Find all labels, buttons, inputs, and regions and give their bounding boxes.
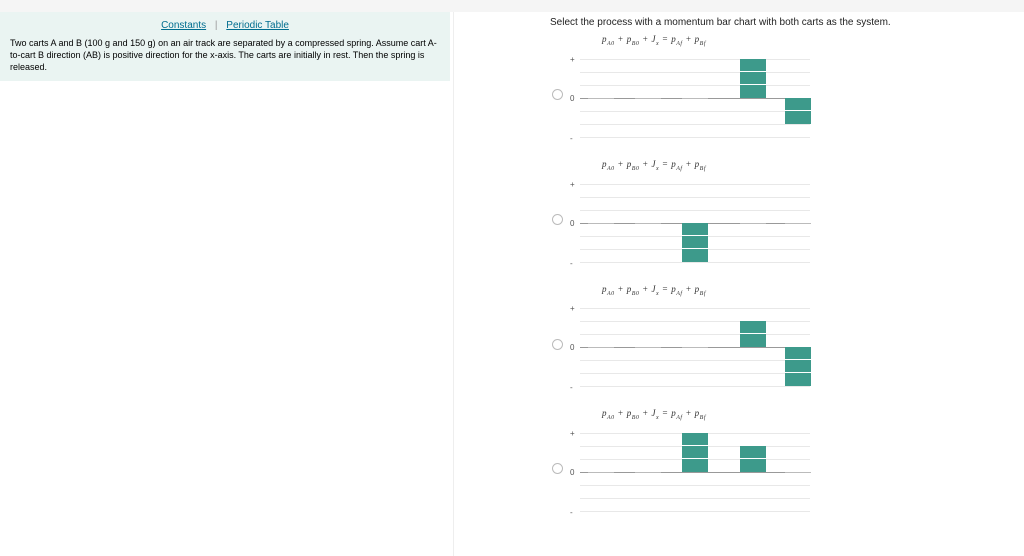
option-1[interactable]: pA0 + pB0 + Jx = pAf + pBf +0-: [580, 34, 1010, 145]
vertical-divider: [453, 12, 454, 556]
option-3[interactable]: pA0 + pB0 + Jx = pAf + pBf +0-: [580, 284, 1010, 395]
problem-text: Two carts A and B (100 g and 150 g) on a…: [10, 37, 440, 73]
axis-label-zero: 0: [570, 94, 574, 103]
answer-panel: Select the process with a momentum bar c…: [470, 12, 1010, 533]
momentum-bar-chart: +0-: [580, 175, 820, 270]
axis-label-minus: -: [570, 259, 573, 268]
problem-panel: Constants | Periodic Table Two carts A a…: [0, 12, 450, 81]
question-prompt: Select the process with a momentum bar c…: [470, 12, 1010, 34]
momentum-bar-chart: +0-: [580, 424, 820, 519]
axis-label-minus: -: [570, 383, 573, 392]
axis-label-zero: 0: [570, 343, 574, 352]
axis-label-plus: +: [570, 429, 575, 438]
axis-label-plus: +: [570, 180, 575, 189]
option-4[interactable]: pA0 + pB0 + Jx = pAf + pBf +0-: [580, 408, 1010, 519]
radio-icon[interactable]: [552, 89, 563, 100]
axis-label-plus: +: [570, 55, 575, 64]
equation-label: pA0 + pB0 + Jx = pAf + pBf: [602, 284, 1010, 297]
momentum-bar-chart: +0-: [580, 50, 820, 145]
equation-label: pA0 + pB0 + Jx = pAf + pBf: [602, 34, 1010, 47]
radio-icon[interactable]: [552, 463, 563, 474]
options-list: pA0 + pB0 + Jx = pAf + pBf+0-pA0 + pB0 +…: [470, 34, 1010, 519]
radio-icon[interactable]: [552, 214, 563, 225]
constants-link[interactable]: Constants: [161, 20, 206, 31]
momentum-bar-chart: +0-: [580, 299, 820, 394]
axis-label-minus: -: [570, 508, 573, 517]
link-separator: |: [215, 20, 218, 31]
option-2[interactable]: pA0 + pB0 + Jx = pAf + pBf +0-: [580, 159, 1010, 270]
equation-label: pA0 + pB0 + Jx = pAf + pBf: [602, 159, 1010, 172]
axis-label-zero: 0: [570, 468, 574, 477]
equation-label: pA0 + pB0 + Jx = pAf + pBf: [602, 408, 1010, 421]
radio-icon[interactable]: [552, 339, 563, 350]
links-row: Constants | Periodic Table: [10, 20, 440, 31]
axis-label-minus: -: [570, 134, 573, 143]
top-bar: [0, 0, 1024, 12]
axis-label-zero: 0: [570, 219, 574, 228]
axis-label-plus: +: [570, 304, 575, 313]
periodic-table-link[interactable]: Periodic Table: [226, 20, 289, 31]
